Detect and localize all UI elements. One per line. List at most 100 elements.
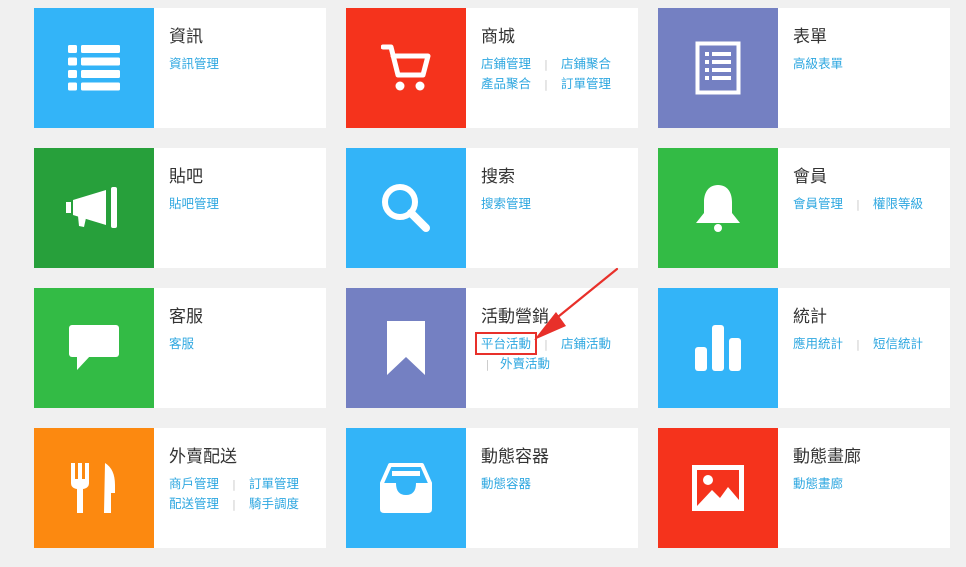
- module-title: 客服: [169, 307, 203, 327]
- module-link-row: 會員管理 | 權限等級: [793, 194, 950, 214]
- module-info: 動態容器 動態容器: [466, 428, 638, 548]
- module-title: 貼吧: [169, 167, 203, 187]
- bar-chart-icon: [695, 325, 741, 371]
- picture-icon: [692, 465, 744, 511]
- module-icon-tile[interactable]: [658, 428, 778, 548]
- shopping-cart-icon: [381, 43, 431, 93]
- module-icon-tile[interactable]: [34, 288, 154, 408]
- link-separator: |: [544, 338, 548, 351]
- module-info: 活動營銷 平台活動 | 店鋪活動 | 外賣活動: [466, 288, 638, 408]
- module-icon-tile[interactable]: [346, 288, 466, 408]
- module-info: 動態畫廊 動態畫廊: [778, 428, 950, 548]
- module-links: 高級表單: [793, 54, 950, 74]
- module-icon-tile[interactable]: [658, 288, 778, 408]
- module-link[interactable]: 訂單管理: [561, 76, 611, 91]
- module-link[interactable]: 外賣活動: [500, 356, 550, 371]
- module-title: 搜索: [481, 167, 515, 187]
- module-links: 平台活動 | 店鋪活動 | 外賣活動: [481, 334, 638, 374]
- module-link[interactable]: 高級表單: [793, 56, 843, 71]
- module-link-row: 客服: [169, 334, 326, 354]
- magnifier-icon: [380, 182, 432, 234]
- module-link-row: 應用統計 | 短信統計: [793, 334, 950, 354]
- module-link[interactable]: 短信統計: [873, 336, 923, 351]
- bell-icon: [695, 183, 741, 233]
- bookmark-icon: [387, 321, 425, 375]
- module-links: 應用統計 | 短信統計: [793, 334, 950, 354]
- module-icon-tile[interactable]: [34, 148, 154, 268]
- module-card: 資訊 資訊管理: [34, 8, 326, 128]
- module-links: 貼吧管理: [169, 194, 326, 214]
- module-link-row: 產品聚合 | 訂單管理: [481, 74, 638, 94]
- module-icon-tile[interactable]: [658, 8, 778, 128]
- module-icon-tile[interactable]: [346, 148, 466, 268]
- megaphone-icon: [66, 187, 122, 229]
- module-link[interactable]: 平台活動: [481, 336, 531, 351]
- module-link[interactable]: 騎手調度: [249, 496, 299, 511]
- module-card: 客服 客服: [34, 288, 326, 408]
- module-link[interactable]: 應用統計: [793, 336, 843, 351]
- module-card: 商城 店鋪管理 | 店鋪聚合 產品聚合 | 訂單管理: [346, 8, 638, 128]
- module-icon-tile[interactable]: [34, 8, 154, 128]
- module-link-row: 搜索管理: [481, 194, 638, 214]
- link-separator: |: [544, 78, 548, 91]
- module-link[interactable]: 店鋪管理: [481, 56, 531, 71]
- module-link[interactable]: 搜索管理: [481, 196, 531, 211]
- module-link[interactable]: 動態容器: [481, 476, 531, 491]
- module-grid: 資訊 資訊管理 商城 店鋪管理 | 店鋪聚合 產品聚合 | 訂單管理 表單 高級表單 貼吧 貼吧管…: [0, 0, 966, 567]
- module-links: 店鋪管理 | 店鋪聚合產品聚合 | 訂單管理: [481, 54, 638, 94]
- module-card: 會員會員管理 | 權限等級: [658, 148, 950, 268]
- module-card: 搜索 搜索管理: [346, 148, 638, 268]
- module-link-row: 店鋪管理 | 店鋪聚合: [481, 54, 638, 74]
- module-title: 會員: [793, 167, 827, 187]
- module-link[interactable]: 動態畫廊: [793, 476, 843, 491]
- module-link-row: 資訊管理: [169, 54, 326, 74]
- module-card: 統計 應用統計 | 短信統計: [658, 288, 950, 408]
- module-card: 動態畫廊 動態畫廊: [658, 428, 950, 548]
- module-link[interactable]: 客服: [169, 336, 194, 351]
- link-separator: |: [544, 58, 548, 71]
- fork-knife-icon: [71, 463, 117, 513]
- module-link[interactable]: 會員管理: [793, 196, 843, 211]
- module-link[interactable]: 店鋪聚合: [561, 56, 611, 71]
- module-link[interactable]: 貼吧管理: [169, 196, 219, 211]
- module-link-row: 高級表單: [793, 54, 950, 74]
- module-info: 客服 客服: [154, 288, 326, 408]
- module-link[interactable]: 權限等級: [873, 196, 923, 211]
- module-icon-tile[interactable]: [34, 428, 154, 548]
- module-link[interactable]: 資訊管理: [169, 56, 219, 71]
- module-link[interactable]: 訂單管理: [249, 476, 299, 491]
- module-title: 資訊: [169, 27, 203, 47]
- module-link[interactable]: 產品聚合: [481, 76, 531, 91]
- module-links: 動態畫廊: [793, 474, 950, 494]
- module-title: 表單: [793, 27, 827, 47]
- module-card: 表單 高級表單: [658, 8, 950, 128]
- link-separator: |: [856, 198, 860, 211]
- module-info: 商城 店鋪管理 | 店鋪聚合 產品聚合 | 訂單管理: [466, 8, 638, 128]
- module-icon-tile[interactable]: [658, 148, 778, 268]
- module-links: 會員管理 | 權限等級: [793, 194, 950, 214]
- module-link[interactable]: 店鋪活動: [561, 336, 611, 351]
- module-info: 會員會員管理 | 權限等級: [778, 148, 950, 268]
- module-card: 貼吧 貼吧管理: [34, 148, 326, 268]
- module-icon-tile[interactable]: [346, 428, 466, 548]
- module-link-row: 平台活動 | 店鋪活動: [481, 334, 638, 354]
- module-link[interactable]: 配送管理: [169, 496, 219, 511]
- module-card: 活動營銷 平台活動 | 店鋪活動 | 外賣活動: [346, 288, 638, 408]
- form-document-icon: [695, 41, 741, 95]
- module-info: 表單 高級表單: [778, 8, 950, 128]
- module-icon-tile[interactable]: [346, 8, 466, 128]
- module-link[interactable]: 商戶管理: [169, 476, 219, 491]
- module-links: 動態容器: [481, 474, 638, 494]
- module-info: 統計 應用統計 | 短信統計: [778, 288, 950, 408]
- list-icon: [68, 45, 120, 91]
- module-link-row: | 外賣活動: [481, 354, 638, 374]
- module-link-row: 商戶管理 | 訂單管理: [169, 474, 326, 494]
- module-info: 資訊 資訊管理: [154, 8, 326, 128]
- module-title: 動態容器: [481, 447, 549, 467]
- module-links: 商戶管理 | 訂單管理 配送管理 | 騎手調度: [169, 474, 326, 514]
- link-separator: |: [485, 358, 490, 371]
- inbox-tray-icon: [380, 463, 432, 513]
- chat-bubble-icon: [69, 325, 119, 371]
- module-links: 客服: [169, 334, 326, 354]
- module-card: 外賣配送 商戶管理 | 訂單管理 配送管理 | 騎手調度: [34, 428, 326, 548]
